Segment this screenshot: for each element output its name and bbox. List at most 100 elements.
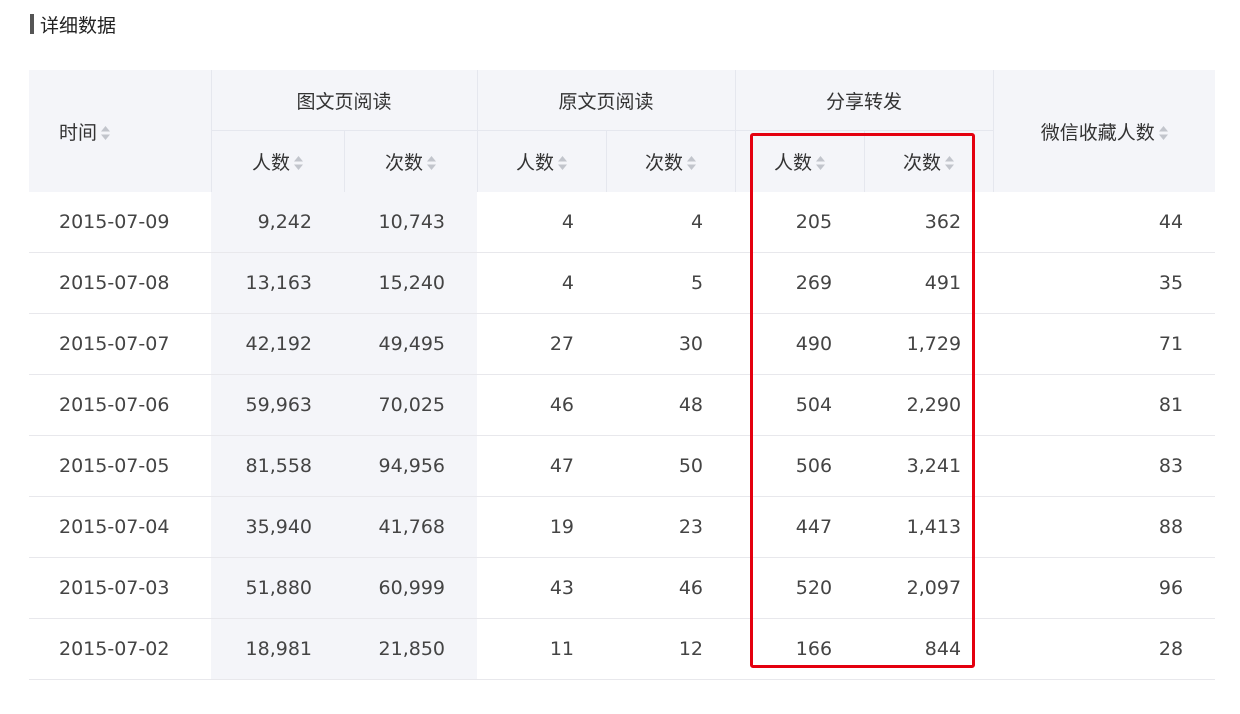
- column-header-favorites[interactable]: 微信收藏人数: [992, 70, 1216, 192]
- cell-favorites: 88: [993, 496, 1216, 558]
- sort-arrows-icon[interactable]: [294, 156, 303, 170]
- cell-yuanwen-people: 11: [477, 618, 607, 680]
- cell-tuwen-times: 10,743: [344, 192, 478, 253]
- group-header-yuanwen-read: 原文页阅读: [476, 70, 736, 131]
- cell-share-people: 269: [735, 252, 865, 314]
- cell-yuanwen-people: 43: [477, 557, 607, 619]
- column-header-yuanwen-times[interactable]: 次数: [605, 130, 736, 192]
- cell-date: 2015-07-06: [29, 374, 211, 436]
- sort-arrows-icon[interactable]: [101, 125, 111, 140]
- cell-share-times: 362: [864, 192, 994, 253]
- table-row: 2015-07-07 42,192 49,495 27 30 490 1,729 71: [29, 313, 1216, 375]
- column-header-time-label: 时间: [59, 121, 98, 144]
- cell-tuwen-people: 81,558: [211, 435, 344, 497]
- cell-date: 2015-07-04: [29, 496, 211, 558]
- cell-yuanwen-times: 46: [606, 557, 736, 619]
- group-header-share: 分享转发: [734, 70, 994, 131]
- cell-date: 2015-07-05: [29, 435, 211, 497]
- cell-favorites: 81: [993, 374, 1216, 436]
- group-header-yuanwen-read-label: 原文页阅读: [558, 90, 654, 113]
- cell-yuanwen-people: 19: [477, 496, 607, 558]
- cell-yuanwen-times: 12: [606, 618, 736, 680]
- column-header-tuwen-times[interactable]: 次数: [343, 130, 478, 192]
- cell-yuanwen-people: 47: [477, 435, 607, 497]
- cell-yuanwen-times: 50: [606, 435, 736, 497]
- table-row: 2015-07-09 9,242 10,743 4 4 205 362 44: [29, 192, 1216, 253]
- cell-yuanwen-times: 30: [606, 313, 736, 375]
- cell-date: 2015-07-02: [29, 618, 211, 680]
- cell-tuwen-times: 41,768: [344, 496, 478, 558]
- cell-tuwen-times: 21,850: [344, 618, 478, 680]
- cell-tuwen-people: 42,192: [211, 313, 344, 375]
- column-header-share-times[interactable]: 次数: [863, 130, 994, 192]
- title-marker: [30, 14, 34, 34]
- table-row: 2015-07-04 35,940 41,768 19 23 447 1,413 88: [29, 496, 1216, 558]
- sort-arrows-icon[interactable]: [558, 156, 568, 170]
- table-row: 2015-07-05 81,558 94,956 47 50 506 3,241 83: [29, 435, 1216, 497]
- table-row: 2015-07-02 18,981 21,850 11 12 166 844 28: [29, 618, 1216, 680]
- group-header-share-label: 分享转发: [826, 90, 903, 113]
- cell-tuwen-times: 60,999: [344, 557, 478, 619]
- column-header-yuanwen-people[interactable]: 人数: [476, 130, 607, 192]
- cell-share-times: 1,413: [864, 496, 994, 558]
- cell-yuanwen-people: 46: [477, 374, 607, 436]
- cell-share-people: 504: [735, 374, 865, 436]
- cell-tuwen-people: 9,242: [211, 192, 344, 253]
- cell-tuwen-times: 49,495: [344, 313, 478, 375]
- cell-tuwen-times: 15,240: [344, 252, 478, 314]
- column-header-label: 人数: [774, 152, 813, 174]
- table-row: 2015-07-03 51,880 60,999 43 46 520 2,097 96: [29, 557, 1216, 619]
- cell-tuwen-times: 70,025: [344, 374, 478, 436]
- cell-share-times: 2,097: [864, 557, 994, 619]
- cell-share-people: 490: [735, 313, 865, 375]
- cell-share-times: 2,290: [864, 374, 994, 436]
- column-header-label: 人数: [516, 152, 555, 174]
- cell-yuanwen-times: 4: [606, 192, 736, 253]
- group-header-tuwen-read-label: 图文页阅读: [296, 90, 392, 113]
- section-title-text: 详细数据: [40, 14, 117, 37]
- column-header-label: 次数: [385, 152, 424, 174]
- column-header-label: 次数: [903, 152, 942, 174]
- group-header-tuwen-read: 图文页阅读: [210, 70, 478, 131]
- column-header-time[interactable]: 时间: [29, 70, 211, 192]
- cell-date: 2015-07-07: [29, 313, 211, 375]
- cell-favorites: 35: [993, 252, 1216, 314]
- cell-yuanwen-people: 4: [477, 252, 607, 314]
- cell-yuanwen-people: 27: [477, 313, 607, 375]
- cell-date: 2015-07-08: [29, 252, 211, 314]
- column-header-tuwen-people[interactable]: 人数: [210, 130, 344, 192]
- cell-share-people: 520: [735, 557, 865, 619]
- cell-date: 2015-07-03: [29, 557, 211, 619]
- sort-arrows-icon[interactable]: [945, 156, 955, 170]
- cell-tuwen-times: 94,956: [344, 435, 478, 497]
- cell-favorites: 96: [993, 557, 1216, 619]
- column-header-favorites-label: 微信收藏人数: [1040, 121, 1155, 144]
- cell-tuwen-people: 18,981: [211, 618, 344, 680]
- cell-date: 2015-07-09: [29, 192, 211, 253]
- cell-share-times: 3,241: [864, 435, 994, 497]
- cell-tuwen-people: 13,163: [211, 252, 344, 314]
- cell-yuanwen-times: 48: [606, 374, 736, 436]
- sort-arrows-icon[interactable]: [687, 156, 697, 170]
- section-title: 详细数据: [30, 12, 117, 37]
- cell-share-times: 491: [864, 252, 994, 314]
- cell-yuanwen-times: 5: [606, 252, 736, 314]
- cell-tuwen-people: 51,880: [211, 557, 344, 619]
- sort-arrows-icon[interactable]: [1158, 125, 1168, 140]
- cell-share-people: 506: [735, 435, 865, 497]
- sort-arrows-icon[interactable]: [816, 156, 826, 170]
- cell-favorites: 44: [993, 192, 1216, 253]
- cell-share-people: 447: [735, 496, 865, 558]
- cell-share-times: 844: [864, 618, 994, 680]
- column-header-share-people[interactable]: 人数: [734, 130, 865, 192]
- cell-favorites: 71: [993, 313, 1216, 375]
- cell-favorites: 83: [993, 435, 1216, 497]
- table-body: 2015-07-09 9,242 10,743 4 4 205 362 44 2015-07-0…: [29, 192, 1216, 680]
- cell-yuanwen-people: 4: [477, 192, 607, 253]
- cell-share-times: 1,729: [864, 313, 994, 375]
- cell-share-people: 166: [735, 618, 865, 680]
- sort-arrows-icon[interactable]: [427, 156, 437, 170]
- cell-tuwen-people: 59,963: [211, 374, 344, 436]
- cell-favorites: 28: [993, 618, 1216, 680]
- column-header-label: 次数: [645, 152, 684, 174]
